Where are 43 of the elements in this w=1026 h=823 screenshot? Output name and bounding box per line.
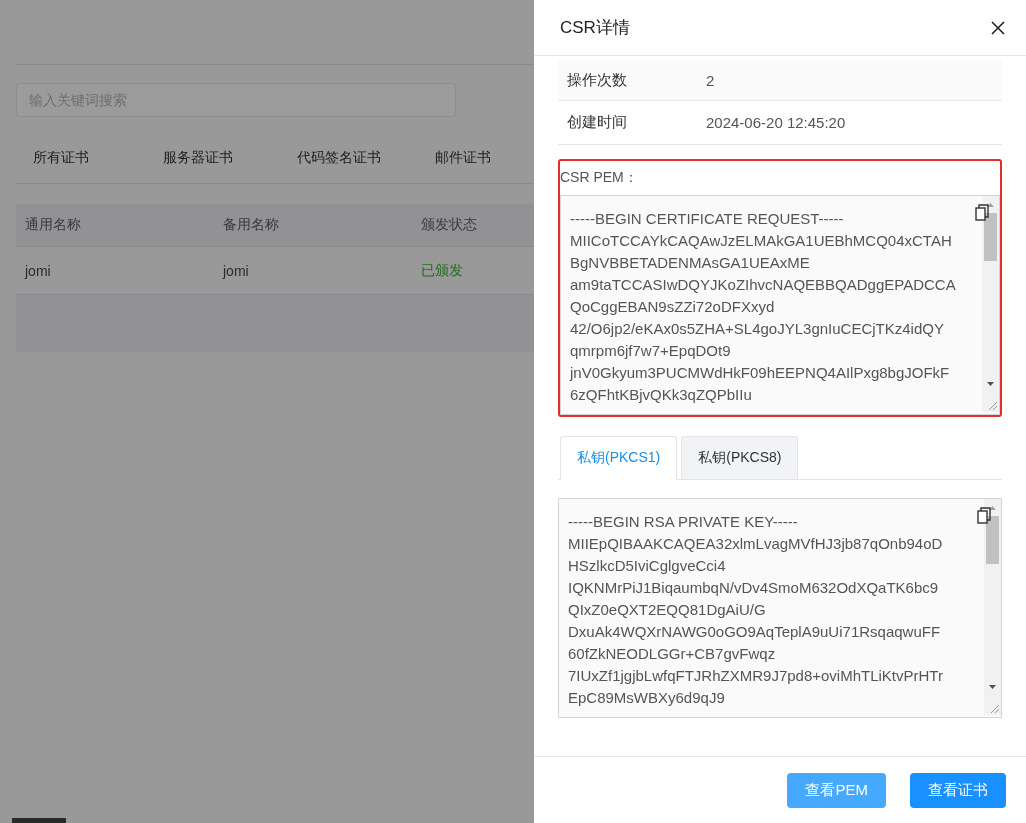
key-tab[interactable]: 私钥(PKCS8) xyxy=(681,436,799,480)
detail-value: 2024-06-20 12:45:20 xyxy=(706,114,846,131)
pem-line: 42/O6jp2/eKAx0s5ZHA+SL4goJYL3gnIuCECjTKz4idQY xyxy=(570,319,945,339)
table-cell-text: jomi xyxy=(221,262,250,279)
action-button[interactable]: 查看证书 xyxy=(910,772,1006,808)
pem-line: -----BEGIN CERTIFICATE REQUEST----- xyxy=(570,209,845,229)
pem-text-area[interactable] xyxy=(560,195,1000,415)
column-header: 通用名称 xyxy=(24,216,82,234)
pem-line: IQKNMrPiJ1BiqaumbqN/vDv4SmoM632OdXQaTK6bc9 xyxy=(568,578,940,598)
detail-label: 创建时间 xyxy=(567,113,628,132)
pem-line: QoCggEBAN9sZZi72oDFXxyd xyxy=(570,297,776,317)
detail-label: 操作次数 xyxy=(567,70,628,90)
pem-line: qmrpm6jf7w7+EpqDOt9 xyxy=(570,341,732,361)
column-header: 备用名称 xyxy=(222,216,280,234)
drawer-title: CSR详情 xyxy=(560,17,630,39)
category-tab[interactable]: 代码签名证书 xyxy=(280,143,398,183)
pem-line: jnV0Gkyum3PUCMWdHkF09hEEPNQ4AIlPxg8bgJOFkF xyxy=(570,363,951,383)
pem-line: QIxZ0eQXT2EQQ81DgAiU/G xyxy=(568,600,767,620)
pem-line: 7IUxZf1jgjbLwfqFTJRhZXMR9J7pd8+oviMhTLiKtvPrHTr xyxy=(568,666,944,686)
table-cell-text: jomi xyxy=(23,262,52,279)
detail-value: 2 xyxy=(706,71,715,89)
category-tab[interactable]: 邮件证书 xyxy=(418,143,508,183)
csr-label: CSR PEM： xyxy=(560,168,639,187)
scrollbar-drawing[interactable] xyxy=(982,196,999,412)
pem-line: -----BEGIN RSA PRIVATE KEY----- xyxy=(568,512,799,532)
pem-line: DxuAk4WQXrNAWG0oGO9AqTeplA9uUi71RsqaqwuFF xyxy=(568,622,942,642)
category-tab[interactable]: 所有证书 xyxy=(16,143,106,183)
status-text: 已颁发 xyxy=(420,261,464,280)
category-tab[interactable]: 服务器证书 xyxy=(146,143,250,183)
pem-line: MIIEpQIBAAKCAQEA32xlmLvagMVfHJ3jb87qOnb94oD xyxy=(568,534,944,554)
pem-line: HSzlkcD5IviCglgveCci4 xyxy=(568,556,727,576)
pem-line: EpC89MsWBXy6d9qJ9 xyxy=(568,688,726,708)
pem-line: am9taTCCASIwDQYJKoZIhvcNAQEBBQADggEPADCCA xyxy=(570,275,957,295)
copy-icon[interactable] xyxy=(977,507,993,524)
scrollbar-drawing[interactable] xyxy=(984,499,1001,715)
column-header: 颁发状态 xyxy=(420,216,478,234)
copy-icon[interactable] xyxy=(975,204,991,221)
pem-text-area[interactable] xyxy=(558,498,1002,718)
pem-line: MIICoTCCAYkCAQAwJzELMAkGA1UEBhMCQ04xCTAH xyxy=(570,231,953,251)
key-tab[interactable]: 私钥(PKCS1) xyxy=(560,436,678,480)
pem-line: 6zQFhtKBjvQKk3qZQPbIIu xyxy=(570,385,753,405)
pem-line: BgNVBBETADENMAsGA1UEAxME xyxy=(570,253,811,273)
pem-line: 60fZkNEODLGGr+CB7gvFwqz xyxy=(568,644,777,664)
